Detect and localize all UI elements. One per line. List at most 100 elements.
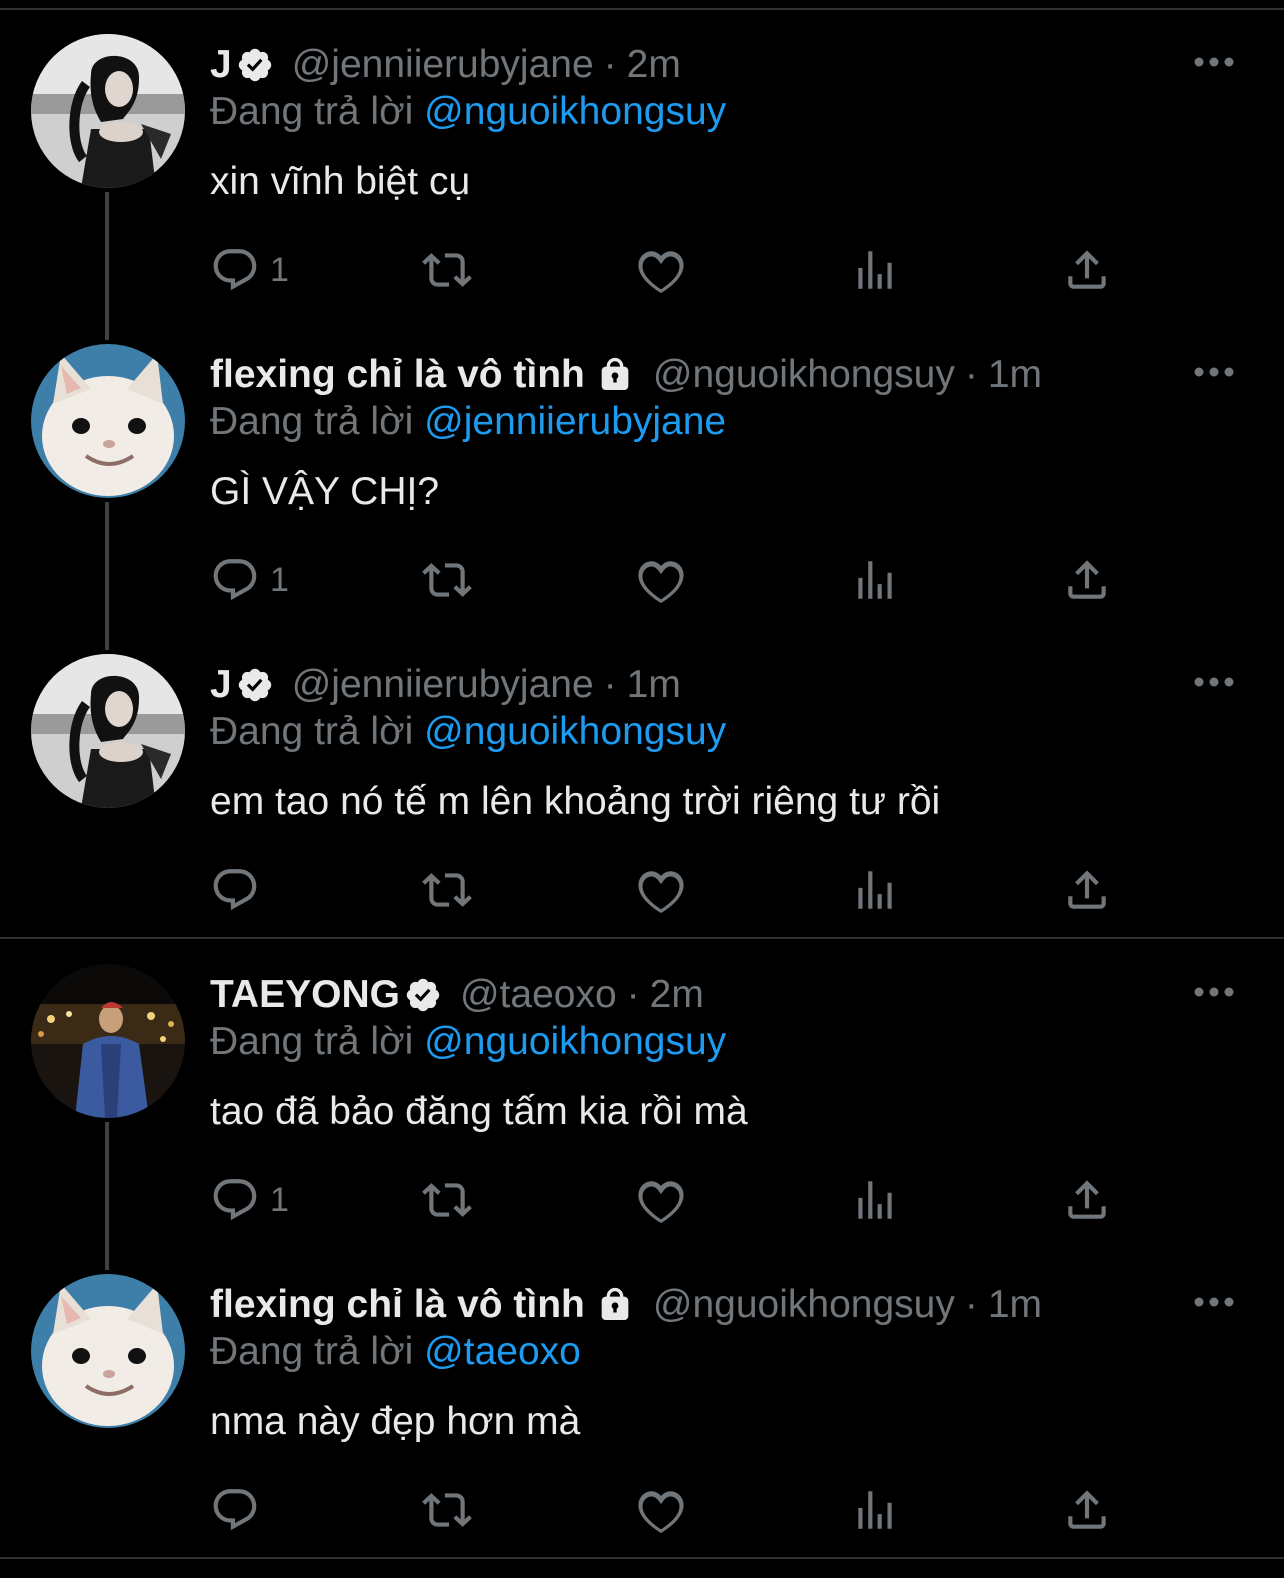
replying-to-label: Đang trả lời xyxy=(210,1330,414,1373)
timestamp[interactable]: 1m xyxy=(988,1283,1042,1327)
retweet-button[interactable] xyxy=(422,860,472,920)
verified-badge-icon xyxy=(238,668,271,702)
avatar[interactable] xyxy=(31,1274,185,1428)
replying-to: Đang trả lời @nguoikhongsuy xyxy=(210,90,726,134)
more-icon[interactable] xyxy=(1192,982,1236,1002)
action-bar: 1 xyxy=(210,240,1130,300)
display-name[interactable]: flexing chỉ là vô tình xyxy=(210,1283,585,1327)
timestamp[interactable]: 2m xyxy=(650,973,704,1017)
tweet[interactable]: J @jenniierubyjane · 1m Đang trả lời @ng… xyxy=(0,620,1284,930)
reply-button[interactable]: 1 xyxy=(210,240,289,300)
reply-button[interactable]: 1 xyxy=(210,550,289,610)
reply-button[interactable] xyxy=(210,1480,270,1540)
views-icon xyxy=(858,251,892,289)
retweet-button[interactable] xyxy=(422,550,472,610)
display-name[interactable]: flexing chỉ là vô tình xyxy=(210,353,585,397)
views-icon xyxy=(858,1181,892,1219)
handle[interactable]: @jenniierubyjane xyxy=(292,43,594,87)
views-button[interactable] xyxy=(850,1480,900,1540)
reply-button[interactable] xyxy=(210,860,270,920)
avatar[interactable] xyxy=(31,964,185,1118)
bottom-divider xyxy=(0,1557,1284,1559)
tweet-text: nma này đẹp hơn mà xyxy=(210,1400,581,1443)
tweet-text: GÌ VẬY CHỊ? xyxy=(210,470,440,513)
tweet-header: J @jenniierubyjane · 1m xyxy=(210,660,681,710)
reply-button[interactable]: 1 xyxy=(210,1170,289,1230)
action-bar xyxy=(210,1480,1130,1540)
share-button[interactable] xyxy=(1062,240,1112,300)
tweet[interactable]: J @jenniierubyjane · 2m Đang trả lời @ng… xyxy=(0,0,1284,340)
reply-icon xyxy=(213,1179,257,1221)
replying-to: Đang trả lời @jenniierubyjane xyxy=(210,400,726,444)
like-button[interactable] xyxy=(636,1170,686,1230)
display-name[interactable]: J xyxy=(210,663,232,707)
separator-dot: · xyxy=(964,353,978,396)
display-name[interactable]: J xyxy=(210,43,232,87)
reply-icon xyxy=(213,559,257,601)
retweet-icon xyxy=(422,1493,472,1527)
like-button[interactable] xyxy=(636,240,686,300)
verified-badge-icon xyxy=(406,978,440,1012)
retweet-icon xyxy=(422,563,472,597)
retweet-button[interactable] xyxy=(422,1480,472,1540)
woman-avatar-image xyxy=(31,34,185,188)
more-icon[interactable] xyxy=(1192,672,1236,692)
share-icon xyxy=(1068,870,1106,909)
like-icon xyxy=(638,561,684,604)
tweet[interactable]: flexing chỉ là vô tình @nguoikhongsuy · … xyxy=(0,1240,1284,1550)
display-name[interactable]: TAEYONG xyxy=(210,973,400,1017)
timestamp[interactable]: 1m xyxy=(627,663,681,707)
views-button[interactable] xyxy=(850,860,900,920)
mention-link[interactable]: @nguoikhongsuy xyxy=(424,710,726,753)
handle[interactable]: @jenniierubyjane xyxy=(292,663,594,707)
like-button[interactable] xyxy=(636,1480,686,1540)
timestamp[interactable]: 2m xyxy=(627,43,681,87)
mention-link[interactable]: @taeoxo xyxy=(424,1330,581,1373)
more-icon[interactable] xyxy=(1192,362,1236,382)
reply-icon xyxy=(213,869,257,911)
avatar[interactable] xyxy=(31,654,185,808)
like-icon xyxy=(638,1491,684,1534)
cat-avatar-image xyxy=(31,344,185,498)
tweet-header: TAEYONG @taeoxo · 2m xyxy=(210,970,704,1020)
mention-link[interactable]: @nguoikhongsuy xyxy=(424,1020,726,1063)
like-icon xyxy=(638,871,684,914)
reply-count: 1 xyxy=(270,560,289,599)
share-button[interactable] xyxy=(1062,860,1112,920)
avatar[interactable] xyxy=(31,344,185,498)
like-icon xyxy=(638,1181,684,1224)
woman-avatar-image xyxy=(31,654,185,808)
more-icon[interactable] xyxy=(1192,1292,1236,1312)
mention-link[interactable]: @jenniierubyjane xyxy=(424,400,726,443)
tweet[interactable]: flexing chỉ là vô tình @nguoikhongsuy · … xyxy=(0,310,1284,650)
replying-to: Đang trả lời @nguoikhongsuy xyxy=(210,710,726,754)
views-button[interactable] xyxy=(850,240,900,300)
handle[interactable]: @nguoikhongsuy xyxy=(653,1283,955,1327)
timestamp[interactable]: 1m xyxy=(988,353,1042,397)
share-button[interactable] xyxy=(1062,550,1112,610)
tweet-header: J @jenniierubyjane · 2m xyxy=(210,40,681,90)
tweet[interactable]: TAEYONG @taeoxo · 2m Đang trả lời @nguoi… xyxy=(0,930,1284,1270)
avatar[interactable] xyxy=(31,34,185,188)
handle[interactable]: @taeoxo xyxy=(460,973,617,1017)
views-button[interactable] xyxy=(850,550,900,610)
views-button[interactable] xyxy=(850,1170,900,1230)
handle[interactable]: @nguoikhongsuy xyxy=(653,353,955,397)
mention-link[interactable]: @nguoikhongsuy xyxy=(424,90,726,133)
like-button[interactable] xyxy=(636,550,686,610)
share-button[interactable] xyxy=(1062,1480,1112,1540)
retweet-button[interactable] xyxy=(422,240,472,300)
share-button[interactable] xyxy=(1062,1170,1112,1230)
more-icon[interactable] xyxy=(1192,52,1236,72)
retweet-icon xyxy=(422,1183,472,1217)
action-bar: 1 xyxy=(210,1170,1130,1230)
reply-icon xyxy=(213,249,257,291)
like-button[interactable] xyxy=(636,860,686,920)
retweet-button[interactable] xyxy=(422,1170,472,1230)
tweet-header: flexing chỉ là vô tình @nguoikhongsuy · … xyxy=(210,1280,1042,1330)
tweet-text: xin vĩnh biệt cụ xyxy=(210,160,471,203)
lock-icon xyxy=(601,1287,629,1320)
reply-icon xyxy=(213,1489,257,1531)
cat-avatar-image xyxy=(31,1274,185,1428)
share-icon xyxy=(1068,1180,1106,1219)
